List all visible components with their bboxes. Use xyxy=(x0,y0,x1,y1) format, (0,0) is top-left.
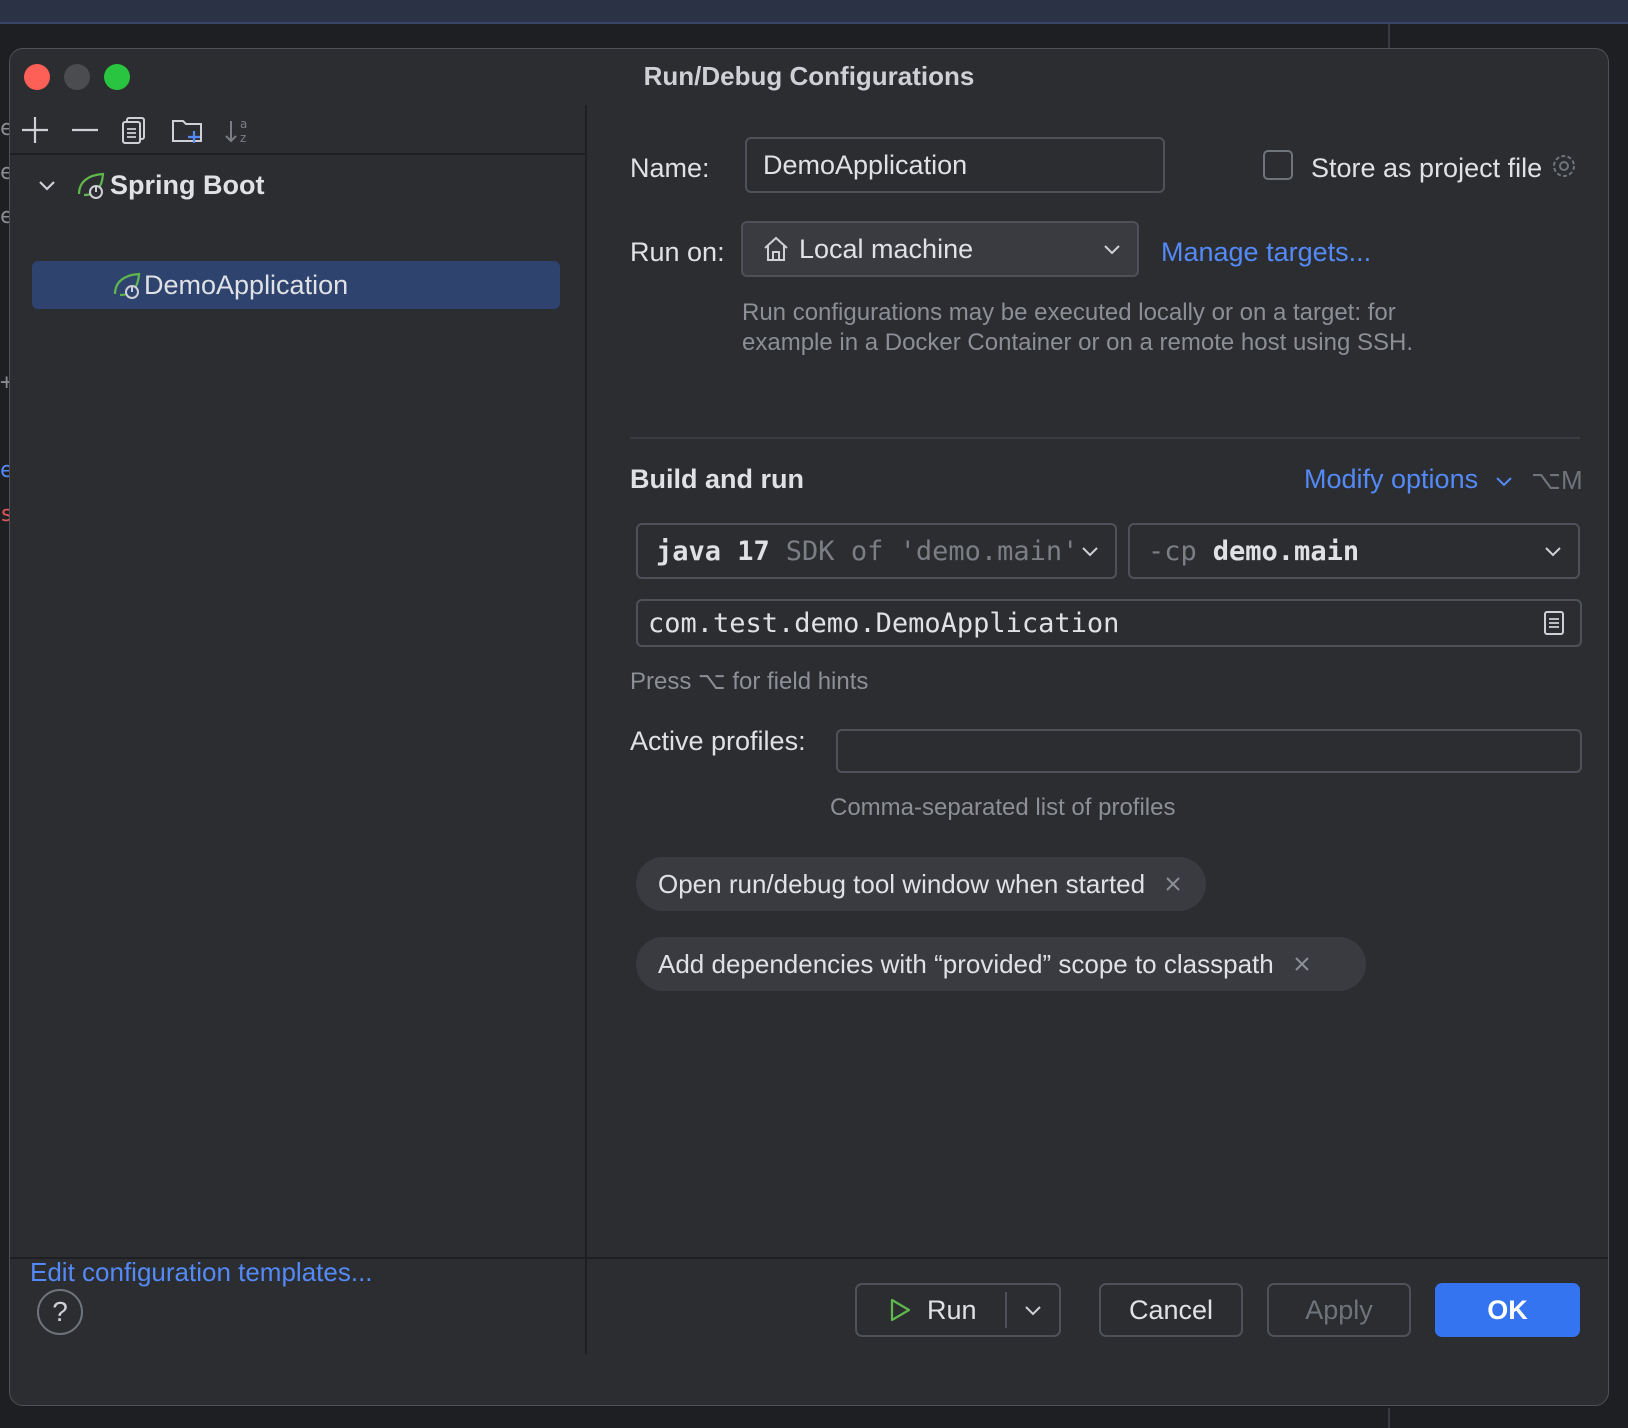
cancel-button[interactable]: Cancel xyxy=(1099,1283,1243,1337)
close-icon[interactable] xyxy=(1292,954,1312,974)
help-button[interactable]: ? xyxy=(37,1289,83,1335)
ok-button[interactable]: OK xyxy=(1435,1283,1580,1337)
sort-alphabetically-icon[interactable]: a z xyxy=(222,113,256,147)
home-icon xyxy=(764,236,788,261)
gear-icon[interactable] xyxy=(1547,149,1581,183)
run-button[interactable]: Run xyxy=(857,1285,1005,1335)
run-on-label: Run on: xyxy=(630,237,725,267)
configurations-sidebar: a z Spring Boot DemoApplication xyxy=(10,105,587,1355)
configurations-toolbar: a z xyxy=(10,105,585,155)
run-button-label: Run xyxy=(927,1294,977,1325)
close-icon[interactable] xyxy=(1163,874,1183,894)
chevron-down-icon xyxy=(1545,547,1561,557)
tree-group-label: Spring Boot xyxy=(110,169,265,200)
tree-item-demoapplication[interactable]: DemoApplication xyxy=(32,261,560,309)
jdk-keyword: java 17 xyxy=(656,535,770,567)
browse-class-icon[interactable] xyxy=(1540,609,1568,637)
modify-options-link[interactable]: Modify options xyxy=(1304,464,1478,495)
name-label: Name: xyxy=(630,153,710,183)
tree-item-label: DemoApplication xyxy=(144,269,349,300)
background-divider xyxy=(1388,1408,1390,1428)
run-debug-configurations-dialog: Run/Debug Configurations a z Spring Boot… xyxy=(9,48,1609,1406)
section-divider xyxy=(630,437,1580,439)
active-profiles-field[interactable] xyxy=(836,729,1582,773)
svg-text:a: a xyxy=(240,117,247,131)
jdk-detail: SDK of 'demo.main' xyxy=(785,535,1079,567)
run-on-dropdown[interactable]: Local machine xyxy=(741,221,1139,277)
configuration-form: Name: DemoApplication Store as project f… xyxy=(587,105,1607,1355)
new-folder-icon[interactable] xyxy=(170,113,204,147)
manage-targets-link[interactable]: Manage targets... xyxy=(1161,237,1371,268)
jdk-dropdown[interactable]: java 17 SDK of 'demo.main' xyxy=(636,523,1117,579)
active-profiles-label: Active profiles: xyxy=(630,726,806,756)
run-options-dropdown[interactable] xyxy=(1007,1285,1059,1335)
name-field[interactable]: DemoApplication xyxy=(745,137,1165,193)
apply-button[interactable]: Apply xyxy=(1267,1283,1411,1337)
chevron-down-icon[interactable] xyxy=(36,174,58,196)
dialog-footer: ? Run Cancel Apply OK xyxy=(10,1257,1608,1405)
tree-group-spring-boot[interactable]: Spring Boot xyxy=(36,165,264,205)
store-as-project-file-label[interactable]: Store as project file xyxy=(1311,153,1542,184)
run-on-hint-line2: example in a Docker Container or on a re… xyxy=(742,329,1414,356)
store-as-project-file-checkbox[interactable] xyxy=(1263,150,1293,180)
active-profiles-hint: Comma-separated list of profiles xyxy=(830,794,1176,821)
remove-icon[interactable] xyxy=(68,113,102,147)
chevron-down-icon[interactable] xyxy=(1493,470,1515,492)
copy-icon[interactable] xyxy=(118,113,152,147)
main-class-field[interactable]: com.test.demo.DemoApplication xyxy=(636,599,1582,647)
background-ide-toolbar xyxy=(0,0,1628,24)
build-and-run-title: Build and run xyxy=(630,464,804,494)
option-chip-label: Open run/debug tool window when started xyxy=(658,868,1146,899)
option-chip-provided-scope: Add dependencies with “provided” scope t… xyxy=(636,937,1366,991)
name-field-value: DemoApplication xyxy=(763,149,968,180)
spring-boot-icon xyxy=(77,172,105,199)
run-on-value: Local machine xyxy=(799,233,974,264)
field-hints-text: Press ⌥ for field hints xyxy=(630,668,869,695)
svg-text:z: z xyxy=(240,131,246,145)
play-icon xyxy=(890,1298,911,1322)
chevron-down-icon xyxy=(1104,245,1120,255)
background-divider xyxy=(1388,24,1390,48)
classpath-flag: -cp xyxy=(1148,535,1197,567)
add-icon[interactable] xyxy=(18,113,52,147)
main-class-value: com.test.demo.DemoApplication xyxy=(648,607,1120,639)
chevron-down-icon xyxy=(1082,547,1098,557)
classpath-module-dropdown[interactable]: -cp demo.main xyxy=(1128,523,1580,579)
option-chip-label: Add dependencies with “provided” scope t… xyxy=(658,948,1274,979)
run-button-group: Run xyxy=(855,1283,1061,1337)
option-chip-open-tool-window: Open run/debug tool window when started xyxy=(636,857,1206,911)
run-on-hint-line1: Run configurations may be executed local… xyxy=(742,299,1396,326)
classpath-module-value: demo.main xyxy=(1212,535,1360,567)
modify-options-shortcut: ⌥M xyxy=(1531,465,1583,495)
spring-boot-icon xyxy=(113,272,141,299)
chevron-down-icon xyxy=(1025,1306,1041,1316)
dialog-title: Run/Debug Configurations xyxy=(643,61,975,91)
